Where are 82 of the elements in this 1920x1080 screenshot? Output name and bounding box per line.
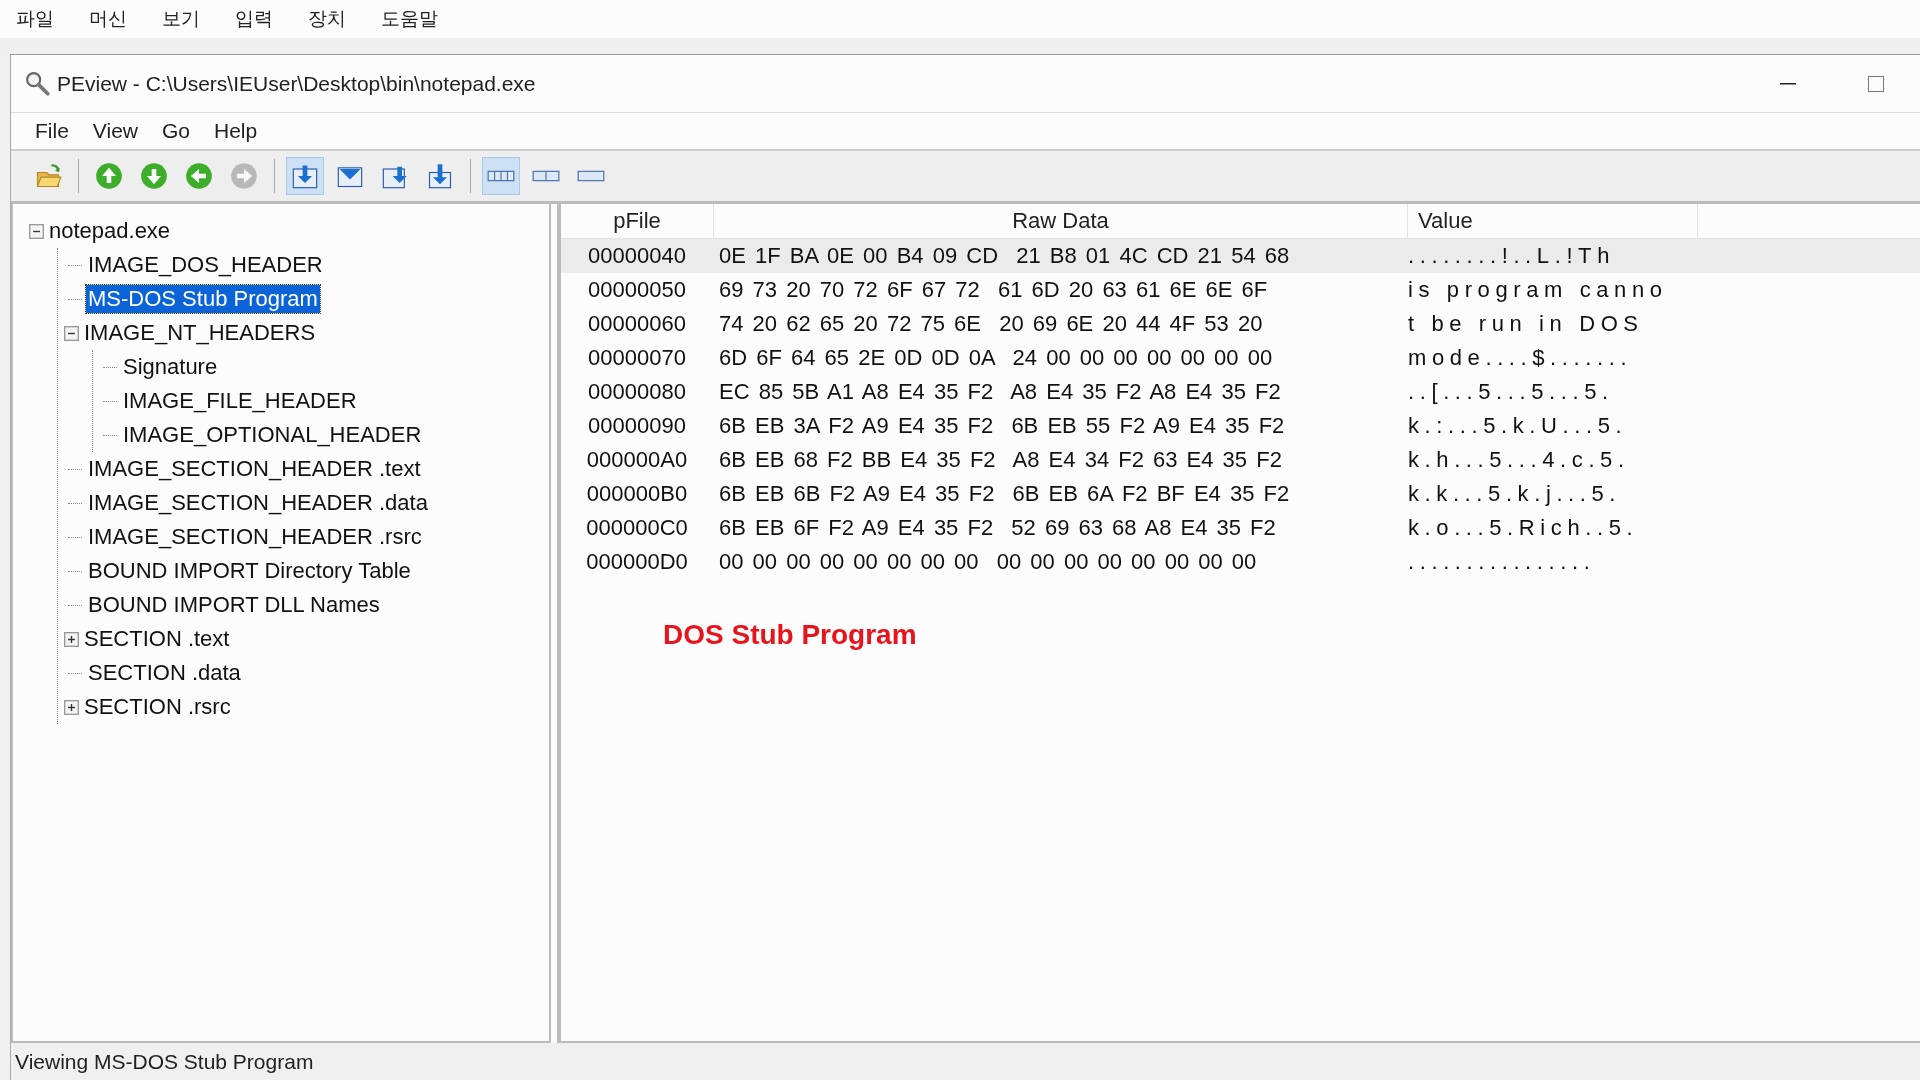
menu-item[interactable]: 입력	[235, 6, 308, 32]
table-cell-text: 00 00 00 00 00 00 00 00 00 00 00 00 00 00 00 00	[718, 549, 1258, 575]
toolbar-button[interactable]	[482, 157, 520, 195]
table-cell-text: 74 20 62 65 20 72 75 6E 20 69 6E 20 44 4F 53 20	[718, 311, 1264, 337]
table-cell-text: k.:...5.k.U...5.	[1407, 413, 1629, 439]
menu-item[interactable]: 장치	[308, 6, 381, 32]
table-cell-text: 000000D0	[585, 549, 689, 575]
table-row[interactable]: 000000B0 6B EB 6B F2 A9 E4 35 F2 6B EB 6A F2 BF E4 35 F2 k.k...5.k.j...5.	[561, 477, 1920, 511]
column-header[interactable]: Raw Data	[714, 204, 1408, 238]
table-cell-text: 6B EB 6F F2 A9 E4 35 F2 52 69 63 68 A8 E4 35 F2	[718, 515, 1277, 541]
menu-item[interactable]: 머신	[89, 6, 162, 32]
table-row[interactable]: 00000050 69 73 20 70 72 6F 67 72 61 6D 20 63 61 6E 6E 6F is program canno	[561, 273, 1920, 307]
table-cell-text: 000000B0	[585, 481, 689, 507]
table-cell-text: 6B EB 68 F2 BB E4 35 F2 A8 E4 34 F2 63 E4 35 F2	[718, 447, 1283, 473]
table-cell-text: 00000040	[587, 243, 687, 269]
collapse-icon[interactable]	[29, 223, 44, 239]
folder-icon	[34, 162, 62, 190]
table-cell-text: 000000C0	[585, 515, 689, 541]
magnifier-icon	[25, 70, 51, 97]
tree-item[interactable]: Signature	[121, 353, 220, 381]
tree-item[interactable]: SECTION .text	[82, 625, 232, 653]
expand-icon[interactable]	[64, 699, 79, 715]
table-cell-text: 6B EB 6B F2 A9 E4 35 F2 6B EB 6A F2 BF E4 35 F2	[718, 481, 1291, 507]
collapse-icon[interactable]	[64, 325, 79, 341]
maximize-icon	[1868, 75, 1884, 92]
table-cell-text: 00000060	[587, 311, 687, 337]
tree-item[interactable]: IMAGE_OPTIONAL_HEADER	[121, 421, 424, 449]
table-cell-text: k.h...5...4.c.5.	[1407, 447, 1631, 473]
expand-icon[interactable]	[64, 631, 79, 647]
table-cell-text: k.o...5.Rich..5.	[1407, 515, 1640, 541]
column-header[interactable]: Value	[1408, 204, 1698, 238]
table-row[interactable]: 00000040 0E 1F BA 0E 00 B4 09 CD 21 B8 01 4C CD 21 54 68 ........!..L.!Th	[561, 239, 1920, 273]
window-title: PEview - C:\Users\IEUser\Desktop\bin\notepad.exe	[57, 71, 536, 96]
table-cell-text: is program canno	[1407, 277, 1669, 303]
table-cell-text: 00000080	[587, 379, 687, 405]
table-cell-text: ................	[1407, 549, 1597, 575]
table-cell-text: 00000090	[587, 413, 687, 439]
column-header[interactable]: pFile	[561, 204, 714, 238]
tree-item[interactable]: IMAGE_FILE_HEADER	[121, 387, 359, 415]
menu-item[interactable]: Go	[150, 119, 202, 143]
tree-item[interactable]: IMAGE_SECTION_HEADER .text	[86, 455, 423, 483]
table-cell-text: ..[...5...5...5.	[1407, 379, 1615, 405]
table-cell-text: 000000A0	[585, 447, 689, 473]
table-cell-text: mode....$.......	[1407, 345, 1634, 371]
menu-item[interactable]: 도움말	[381, 6, 454, 32]
table-cell-text: EC 85 5B A1 A8 E4 35 F2 A8 E4 35 F2 A8 E4 35 F2	[718, 379, 1282, 405]
tree-item[interactable]: BOUND IMPORT DLL Names	[86, 591, 382, 619]
table-cell-text: 69 73 20 70 72 6F 67 72 61 6D 20 63 61 6E 6E 6F	[718, 277, 1269, 303]
table-row[interactable]: 00000090 6B EB 3A F2 A9 E4 35 F2 6B EB 55 F2 A9 E4 35 F2 k.:...5.k.U...5.	[561, 409, 1920, 443]
table-row[interactable]: 000000A0 6B EB 68 F2 BB E4 35 F2 A8 E4 34 F2 63 E4 35 F2 k.h...5...4.c.5.	[561, 443, 1920, 477]
tree-item[interactable]: notepad.exe	[47, 217, 173, 245]
menu-item[interactable]: 파일	[16, 6, 89, 32]
annotation-text: DOS Stub Program	[663, 619, 917, 651]
tree-item[interactable]: BOUND IMPORT Directory Table	[86, 557, 413, 585]
minimize-icon	[1780, 82, 1796, 85]
tree-item[interactable]: IMAGE_DOS_HEADER	[86, 251, 325, 279]
table-cell-text: 00000050	[587, 277, 687, 303]
menu-item[interactable]: 보기	[162, 6, 235, 32]
tree-item[interactable]: MS-DOS Stub Program	[86, 285, 320, 313]
status-bar: Viewing MS-DOS Stub Program	[11, 1043, 1920, 1080]
table-row[interactable]: 00000070 6D 6F 64 65 2E 0D 0D 0A 24 00 00 00 00 00 00 00 mode....$.......	[561, 341, 1920, 375]
table-cell-text: 0E 1F BA 0E 00 B4 09 CD 21 B8 01 4C CD 21 54 68	[718, 243, 1291, 269]
tree-item[interactable]: IMAGE_SECTION_HEADER .data	[86, 489, 430, 517]
tree-item[interactable]: SECTION .data	[86, 659, 243, 687]
table-cell-text: ........!..L.!Th	[1407, 243, 1616, 269]
down-arrow-box-icon	[426, 162, 454, 190]
table-cell-text: 00000070	[587, 345, 687, 371]
table-cell-text: 6B EB 3A F2 A9 E4 35 F2 6B EB 55 F2 A9 E4 35 F2	[718, 413, 1286, 439]
tree-item[interactable]: SECTION .rsrc	[82, 693, 233, 721]
table-cell-text: k.k...5.k.j...5.	[1407, 481, 1623, 507]
table-row[interactable]: 00000060 74 20 62 65 20 72 75 6E 20 69 6E 20 44 4F 53 20 t be run in DOS	[561, 307, 1920, 341]
table-row[interactable]: 00000080 EC 85 5B A1 A8 E4 35 F2 A8 E4 35 F2 A8 E4 35 F2 ..[...5...5...5.	[561, 375, 1920, 409]
table-cell-text: t be run in DOS	[1407, 311, 1645, 337]
tree-item[interactable]: IMAGE_SECTION_HEADER .rsrc	[86, 523, 424, 551]
menu-item[interactable]: Help	[202, 119, 270, 143]
toolbar-button[interactable]	[286, 157, 324, 195]
table-row[interactable]: 000000D0 00 00 00 00 00 00 00 00 00 00 00 00 00 00 00 00 ................	[561, 545, 1920, 579]
table-row[interactable]: 000000C0 6B EB 6F F2 A9 E4 35 F2 52 69 63 68 A8 E4 35 F2 k.o...5.Rich..5.	[561, 511, 1920, 545]
table-cell-text: 6D 6F 64 65 2E 0D 0D 0A 24 00 00 00 00 00 00 00	[718, 345, 1274, 371]
menu-item[interactable]: File	[23, 119, 81, 143]
menu-item[interactable]: View	[80, 119, 150, 143]
tree-item[interactable]: IMAGE_NT_HEADERS	[82, 319, 318, 347]
